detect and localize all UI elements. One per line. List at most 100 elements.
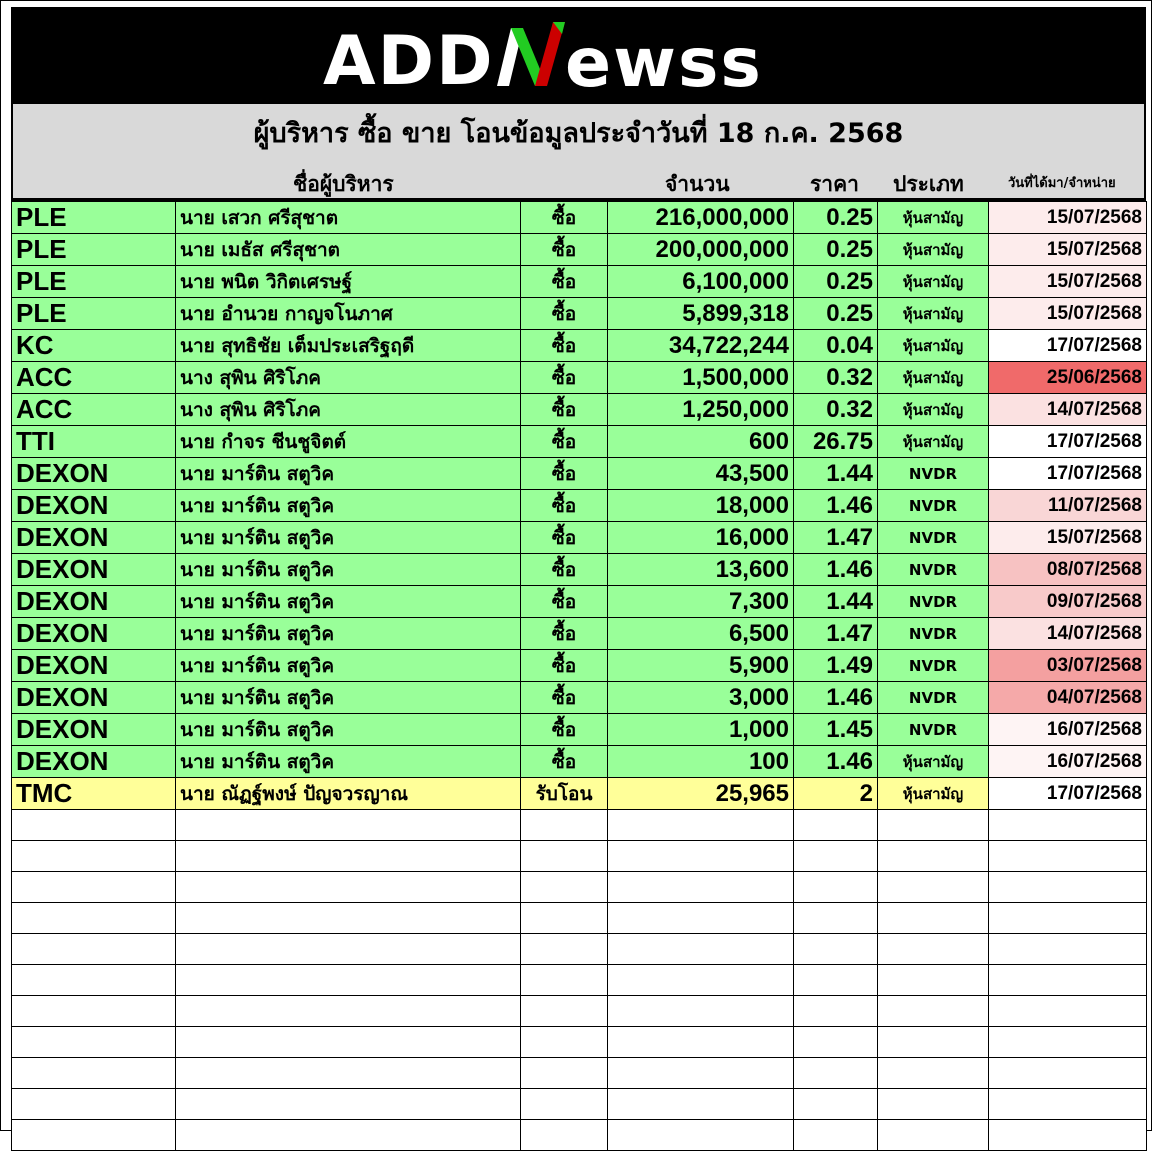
executive-name-cell: นาย มาร์ติน สตูวิค: [175, 617, 521, 650]
executive-name-cell: นาย พนิต วิกิตเศรษฐ์: [175, 265, 521, 298]
price-cell: 0.32: [793, 393, 878, 426]
price-cell: 1.46: [793, 489, 878, 522]
transactions-body: PLE นาย เสวก ศรีสุชาต ซื้อ 216,000,000 0.25 ห…: [11, 201, 1147, 1151]
report-sheet: ADD ewss ผู้บริหาร ซื้อ ขาย โอนข้อมูลประ…: [0, 0, 1152, 1151]
empty-cell: [11, 1057, 176, 1089]
empty-cell: [607, 995, 794, 1027]
executive-name-cell: นาย มาร์ติน สตูวิค: [175, 745, 521, 778]
empty-cell: [793, 964, 878, 996]
empty-cell: [607, 1119, 794, 1151]
security-type-cell: NVDR: [877, 489, 989, 522]
executive-name-cell: นาง สุพิน ศิริโภค: [175, 393, 521, 426]
price-cell: 1.45: [793, 713, 878, 746]
empty-row: [11, 933, 1147, 965]
column-header-name: ชื่อผู้บริหาร: [293, 172, 394, 196]
table-row: PLE นาย พนิต วิกิตเศรษฐ์ ซื้อ 6,100,000 0.25…: [11, 265, 1147, 298]
executive-name-cell: นาย อำนวย กาญจโนภาศ: [175, 297, 521, 330]
symbol-cell: PLE: [11, 265, 176, 298]
empty-cell: [877, 1088, 989, 1120]
table-row: DEXON นาย มาร์ติน สตูวิค ซื้อ 43,500 1.44 NVD…: [11, 457, 1147, 490]
date-cell: 15/07/2568: [988, 201, 1147, 234]
symbol-cell: DEXON: [11, 521, 176, 554]
empty-cell: [520, 809, 608, 841]
empty-cell: [520, 902, 608, 934]
quantity-cell: 13,600: [607, 553, 794, 586]
action-cell: ซื้อ: [520, 617, 608, 650]
empty-cell: [11, 1026, 176, 1058]
empty-cell: [11, 871, 176, 903]
date-cell: 15/07/2568: [988, 233, 1147, 266]
security-type-cell: NVDR: [877, 457, 989, 490]
table-row: DEXON นาย มาร์ติน สตูวิค ซื้อ 18,000 1.46 NVD…: [11, 489, 1147, 522]
table-row: DEXON นาย มาร์ติน สตูวิค ซื้อ 13,600 1.46 NVD…: [11, 553, 1147, 586]
table-row: PLE นาย เมธัส ศรีสุชาต ซื้อ 200,000,000 0.25…: [11, 233, 1147, 266]
symbol-cell: DEXON: [11, 457, 176, 490]
report-title: ผู้บริหาร ซื้อ ขาย โอนข้อมูลประจำวันที่ …: [253, 118, 904, 149]
date-cell: 16/07/2568: [988, 713, 1147, 746]
table-row: KC นาย สุทธิชัย เต็มประเสริฐฤดี ซื้อ 34,722…: [11, 329, 1147, 362]
symbol-cell: DEXON: [11, 649, 176, 682]
empty-cell: [520, 1057, 608, 1089]
date-cell: 17/07/2568: [988, 329, 1147, 362]
quantity-cell: 216,000,000: [607, 201, 794, 234]
symbol-cell: KC: [11, 329, 176, 362]
price-cell: 1.44: [793, 585, 878, 618]
action-cell: ซื้อ: [520, 681, 608, 714]
empty-cell: [520, 1026, 608, 1058]
action-cell: ซื้อ: [520, 361, 608, 394]
executive-name-cell: นาย เมธัส ศรีสุชาต: [175, 233, 521, 266]
executive-name-cell: นาย มาร์ติน สตูวิค: [175, 713, 521, 746]
empty-cell: [11, 1119, 176, 1151]
action-cell: ซื้อ: [520, 457, 608, 490]
empty-cell: [988, 995, 1147, 1027]
empty-row: [11, 809, 1147, 841]
empty-cell: [175, 902, 521, 934]
executive-name-cell: นาย มาร์ติน สตูวิค: [175, 585, 521, 618]
table-row: ACC นาง สุพิน ศิริโภค ซื้อ 1,500,000 0.32 หุ้…: [11, 361, 1147, 394]
price-cell: 0.04: [793, 329, 878, 362]
price-cell: 1.47: [793, 521, 878, 554]
empty-cell: [877, 840, 989, 872]
price-cell: 1.49: [793, 649, 878, 682]
quantity-cell: 7,300: [607, 585, 794, 618]
executive-name-cell: นาย กำจร ชีนชูจิตต์: [175, 425, 521, 458]
security-type-cell: หุ้นสามัญ: [877, 361, 989, 394]
empty-cell: [988, 809, 1147, 841]
empty-cell: [607, 1057, 794, 1089]
action-cell: รับโอน: [520, 777, 608, 810]
empty-cell: [175, 995, 521, 1027]
quantity-cell: 5,899,318: [607, 297, 794, 330]
column-header-price: ราคา: [810, 172, 859, 196]
empty-cell: [175, 1088, 521, 1120]
action-cell: ซื้อ: [520, 489, 608, 522]
logo-banner: ADD ewss: [11, 7, 1146, 104]
empty-row: [11, 995, 1147, 1027]
empty-cell: [607, 1088, 794, 1120]
empty-cell: [877, 809, 989, 841]
empty-cell: [11, 1088, 176, 1120]
price-cell: 0.25: [793, 201, 878, 234]
table-row: DEXON นาย มาร์ติน สตูวิค ซื้อ 3,000 1.46 NVDR…: [11, 681, 1147, 714]
quantity-cell: 16,000: [607, 521, 794, 554]
empty-cell: [877, 1119, 989, 1151]
action-cell: ซื้อ: [520, 425, 608, 458]
date-cell: 04/07/2568: [988, 681, 1147, 714]
security-type-cell: หุ้นสามัญ: [877, 233, 989, 266]
date-cell: 08/07/2568: [988, 553, 1147, 586]
empty-cell: [607, 933, 794, 965]
empty-cell: [793, 995, 878, 1027]
symbol-cell: DEXON: [11, 617, 176, 650]
table-row: TMC นาย ณัฏฐ์พงษ์ ปัญจวรญาณ รับโอน 25,965 2 ห…: [11, 777, 1147, 810]
executive-name-cell: นาย มาร์ติน สตูวิค: [175, 521, 521, 554]
symbol-cell: TMC: [11, 777, 176, 810]
empty-cell: [175, 840, 521, 872]
empty-cell: [793, 1088, 878, 1120]
quantity-cell: 3,000: [607, 681, 794, 714]
logo-text-left: ADD: [323, 22, 495, 98]
empty-cell: [175, 933, 521, 965]
quantity-cell: 6,100,000: [607, 265, 794, 298]
table-row: PLE นาย เสวก ศรีสุชาต ซื้อ 216,000,000 0.25 ห…: [11, 201, 1147, 234]
empty-cell: [877, 964, 989, 996]
date-cell: 17/07/2568: [988, 777, 1147, 810]
security-type-cell: NVDR: [877, 617, 989, 650]
